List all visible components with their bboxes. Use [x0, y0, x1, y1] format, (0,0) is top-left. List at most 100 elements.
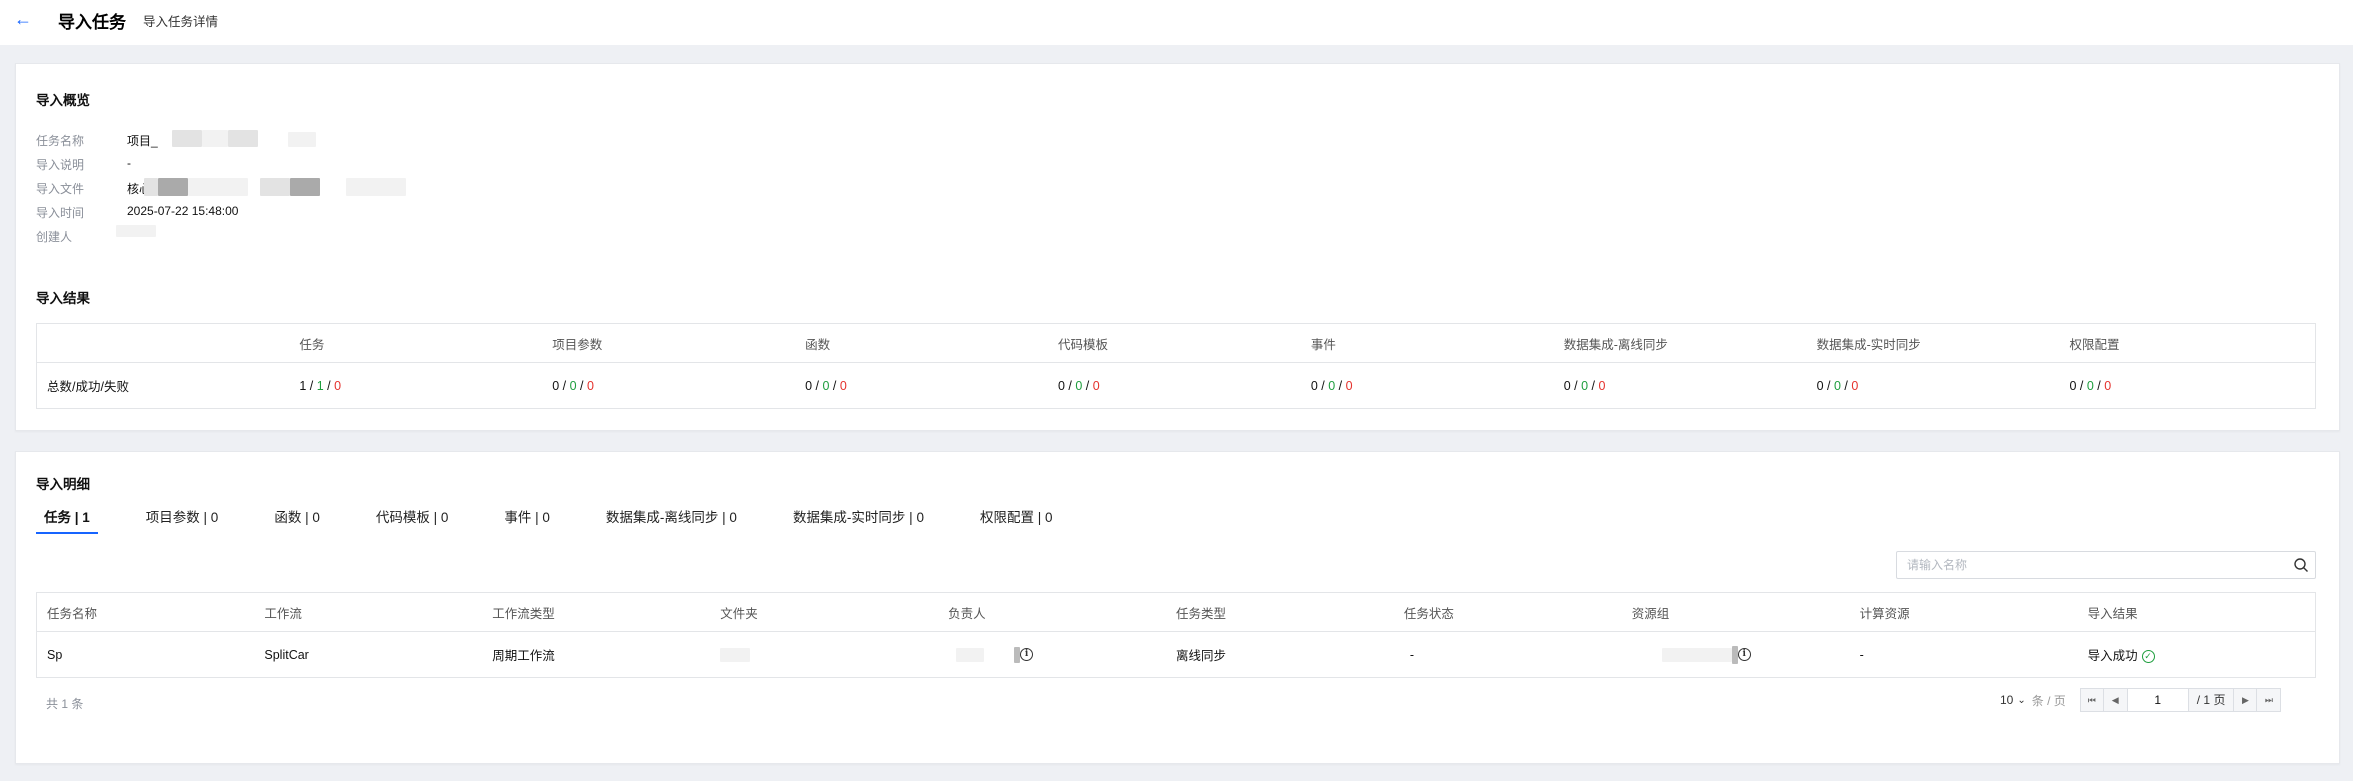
cell-workflow: SplitCar	[264, 647, 309, 662]
result-cell: 0 / 0 / 0	[805, 378, 847, 393]
field-value-description: -	[127, 156, 131, 170]
tab-project-params[interactable]: 项目参数 | 0	[138, 506, 227, 528]
cell-result: 导入成功 ✓	[2088, 632, 2316, 678]
import-result-text: 导入成功	[2087, 649, 2138, 663]
detail-tabs: 任务 | 1 项目参数 | 0 函数 | 0 代码模板 | 0 事件 | 0 数…	[36, 506, 1100, 534]
cell-task-type: 离线同步	[1175, 649, 1226, 663]
redacted-block	[188, 178, 248, 196]
tab-offline-sync[interactable]: 数据集成-离线同步 | 0	[598, 506, 745, 528]
search-input[interactable]	[1897, 552, 2277, 578]
cell-resource-group: i	[1632, 632, 1860, 678]
info-icon[interactable]: i	[1020, 648, 1034, 661]
detail-col-header[interactable]: 负责人	[948, 592, 1176, 632]
redacted-block	[172, 130, 202, 147]
redacted-block	[956, 647, 985, 662]
page-title: 导入任务	[58, 13, 126, 32]
redacted-block	[228, 130, 258, 147]
field-label-description: 导入说明	[36, 158, 85, 172]
result-cell: 1 / 1 / 0	[299, 378, 342, 393]
cell-task-status: -	[1409, 647, 1415, 662]
tab-code-templates[interactable]: 代码模板 | 0	[368, 506, 457, 528]
info-icon[interactable]: i	[1737, 648, 1751, 661]
result-cell: 0 / 0 / 0	[1310, 378, 1353, 393]
redacted-block	[202, 130, 228, 147]
search-icon[interactable]	[2293, 557, 2309, 573]
result-cell: 0 / 0 / 0	[1816, 378, 1859, 393]
detail-col-header[interactable]: 资源组	[1631, 592, 1860, 632]
cell-task-name[interactable]: Sp	[37, 632, 265, 678]
detail-table: 任务名称 工作流 工作流类型 文件夹 负责人 任务类型 任务状态 资源组 计算资…	[36, 592, 2316, 678]
field-label-file: 导入文件	[36, 182, 85, 196]
detail-col-header[interactable]: 任务类型	[1175, 592, 1404, 632]
detail-col-header[interactable]: 计算资源	[1859, 592, 2088, 632]
arrow-left-icon[interactable]: ←	[14, 10, 32, 28]
result-col-header: 函数	[805, 323, 1058, 363]
tab-permissions[interactable]: 权限配置 | 0	[972, 506, 1061, 528]
detail-col-header[interactable]: 任务状态	[1403, 592, 1632, 632]
detail-header-row: 任务名称 工作流 工作流类型 文件夹 负责人 任务类型 任务状态 资源组 计算资…	[36, 592, 2316, 632]
result-col-header: 事件	[1310, 323, 1564, 363]
first-page-icon[interactable]: ⏮	[2079, 688, 2104, 712]
redacted-block	[346, 178, 406, 196]
page-subtitle: 导入任务详情	[143, 15, 219, 29]
overview-title: 导入概览	[36, 93, 90, 108]
tab-task[interactable]: 任务 | 1	[36, 506, 98, 534]
result-row-label: 总数/成功/失败	[47, 380, 129, 394]
cell-owner: i	[948, 632, 1176, 678]
result-col-header	[36, 323, 300, 363]
last-page-icon[interactable]: ⏭	[2257, 688, 2282, 712]
result-cell: 0 / 0 / 0	[552, 378, 594, 393]
chevron-down-icon[interactable]: ⌄	[2017, 695, 2025, 706]
page-size-unit: 条 / 页	[2031, 693, 2066, 708]
result-col-header: 任务	[299, 323, 553, 363]
result-table: 任务 项目参数 函数 代码模板 事件 数据集成-离线同步 数据集成-实时同步 权…	[36, 323, 2316, 409]
result-col-header: 权限配置	[2069, 323, 2316, 363]
total-count: 共 1 条	[46, 697, 84, 711]
detail-card: 导入明细 任务 | 1 项目参数 | 0 函数 | 0 代码模板 | 0 事件 …	[15, 451, 2340, 764]
table-row[interactable]: Sp SplitCar 周期工作流 i 离线同步 - i - 导入成功 ✓	[37, 632, 2316, 678]
page-size-select[interactable]: 10	[2000, 693, 2013, 707]
pagination: 10 ⌄ 条 / 页 ⏮ ◀ 1 / 1 页 ▶ ⏭	[2000, 688, 2282, 712]
field-value-task-name: 项目_	[127, 134, 158, 148]
detail-col-header[interactable]: 工作流	[264, 592, 493, 632]
detail-col-header[interactable]: 文件夹	[720, 592, 949, 632]
redacted-block	[1661, 647, 1732, 662]
cell-workflow-type: 周期工作流	[492, 649, 555, 663]
redacted-block	[1731, 645, 1738, 664]
detail-title: 导入明细	[36, 477, 90, 492]
redacted-block	[260, 178, 290, 196]
search-box	[1896, 551, 2316, 579]
cell-compute: -	[1859, 647, 1864, 662]
detail-col-header[interactable]: 导入结果	[2087, 592, 2316, 632]
result-cell: 0 / 0 / 0	[1563, 378, 1606, 393]
field-label-task-name: 任务名称	[36, 134, 85, 148]
result-title: 导入结果	[36, 291, 90, 306]
redacted-block	[158, 178, 188, 196]
top-bar: ← 导入任务 导入任务详情	[0, 0, 2353, 45]
check-circle-icon: ✓	[2141, 650, 2155, 664]
prev-page-icon[interactable]: ◀	[2103, 688, 2128, 712]
detail-col-header[interactable]: 任务名称	[36, 592, 265, 632]
result-col-header: 代码模板	[1058, 323, 1311, 363]
result-col-header: 数据集成-离线同步	[1563, 323, 1817, 363]
result-header-row: 任务 项目参数 函数 代码模板 事件 数据集成-离线同步 数据集成-实时同步 权…	[36, 323, 2316, 363]
tab-events[interactable]: 事件 | 0	[496, 506, 558, 528]
tab-realtime-sync[interactable]: 数据集成-实时同步 | 0	[785, 506, 932, 528]
result-cell: 0 / 0 / 0	[1058, 378, 1100, 393]
detail-col-header[interactable]: 工作流类型	[492, 592, 721, 632]
next-page-icon[interactable]: ▶	[2233, 688, 2258, 712]
result-cell: 0 / 0 / 0	[2069, 378, 2112, 393]
total-pages: / 1 页	[2188, 688, 2234, 712]
cell-folder	[720, 632, 948, 678]
redacted-block	[116, 225, 156, 237]
overview-card: 导入概览 任务名称 项目_ 导入说明 - 导入文件 核心 导入时间 2025-0…	[15, 63, 2340, 431]
field-label-time: 导入时间	[36, 206, 85, 220]
result-col-header: 数据集成-实时同步	[1816, 323, 2070, 363]
result-col-header: 项目参数	[552, 323, 806, 363]
field-label-creator: 创建人	[36, 230, 73, 244]
tab-functions[interactable]: 函数 | 0	[266, 506, 328, 528]
page-number-input[interactable]: 1	[2127, 688, 2189, 712]
field-value-time: 2025-07-22 15:48:00	[127, 204, 239, 218]
redacted-block	[288, 132, 316, 147]
redacted-block	[144, 178, 158, 196]
